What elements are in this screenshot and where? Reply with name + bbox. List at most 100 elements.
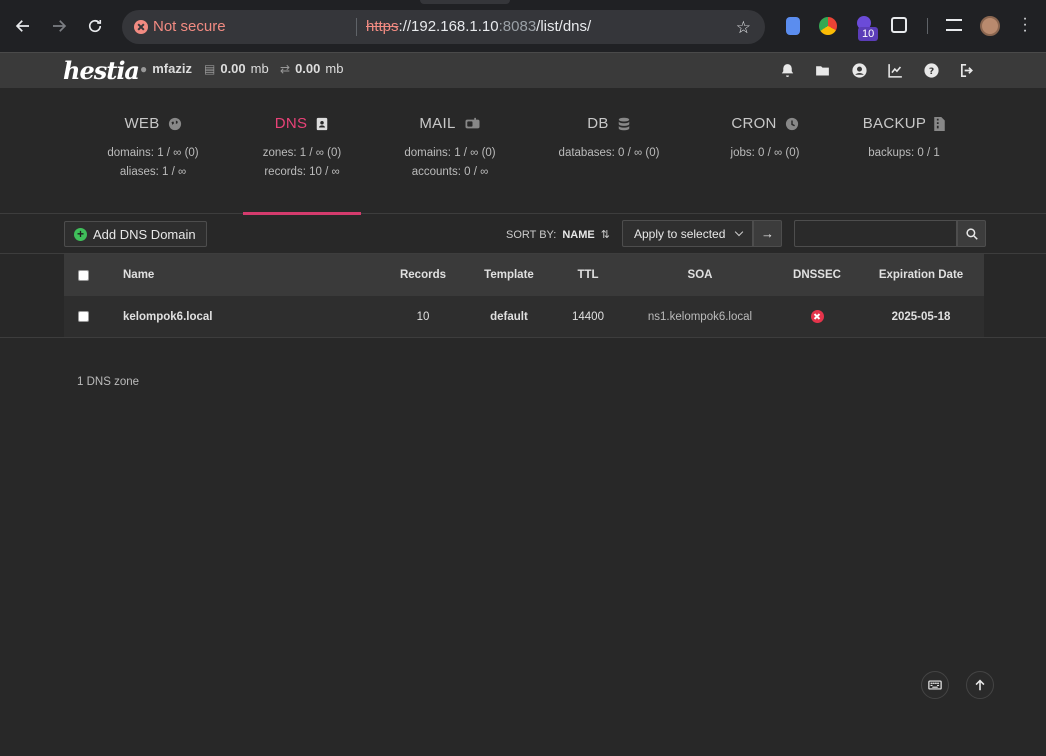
tab-backup-title: BACKUP <box>862 115 927 132</box>
browser-menu-icon[interactable]: · · · <box>1022 11 1028 39</box>
search-button[interactable] <box>957 220 986 247</box>
search-input[interactable] <box>794 220 957 247</box>
tab-web[interactable]: WEB domains: 1 / ∞ (0) aliases: 1 / ∞ <box>94 88 212 214</box>
back-icon[interactable] <box>11 14 35 38</box>
logout-icon[interactable] <box>958 61 976 79</box>
select-all-checkbox[interactable] <box>78 269 89 281</box>
extensions-puzzle-icon[interactable] <box>891 17 907 33</box>
transfer-arrows-icon: ⇄ <box>280 61 291 76</box>
expiration-date-value: 2025-05-18 <box>891 310 951 323</box>
notifications-bell-icon[interactable] <box>778 61 796 79</box>
apply-bulk-action-button[interactable]: → <box>753 220 782 247</box>
browser-chrome: Not secure https://192.168.1.10:8083/lis… <box>0 0 1046 52</box>
column-ttl: TTL <box>577 269 599 281</box>
tab-cron-title: CRON <box>731 115 777 132</box>
keyboard-shortcuts-button[interactable] <box>921 671 949 699</box>
select-all-checkbox-cell[interactable] <box>78 254 89 296</box>
url-text[interactable]: https://192.168.1.10:8083/list/dns/ <box>366 18 591 35</box>
column-name: Name <box>123 269 155 281</box>
sort-arrows-icon: ⇅ <box>600 229 610 241</box>
records-count: 10 <box>416 310 430 323</box>
profile-avatar[interactable] <box>980 16 1000 36</box>
add-circle-icon: + <box>74 227 87 241</box>
hestia-logo[interactable]: hestia <box>63 56 140 85</box>
tab-dns-line-1: zones: 1 / ∞ (0) <box>262 147 342 159</box>
disk-usage: ▤ 0.00 mb <box>204 61 269 76</box>
forward-icon[interactable] <box>47 14 71 38</box>
tab-db-line-1: databases: 0 / ∞ (0) <box>558 147 660 159</box>
tab-backup[interactable]: BACKUP backups: 0 / 1 <box>845 88 963 214</box>
tab-db-title: DB <box>587 115 609 132</box>
arrow-up-icon <box>975 679 985 691</box>
scroll-to-top-button[interactable] <box>966 671 994 699</box>
bulk-action-selected: Apply to selected <box>634 226 726 241</box>
app-topbar: hestia ● mfaziz ▤ 0.00 mb ⇄ 0.00 mb ? <box>0 52 1046 88</box>
tab-web-line-2: aliases: 1 / ∞ <box>119 166 187 178</box>
bandwidth-usage-unit: mb <box>325 61 344 76</box>
sort-by-label: SORT BY: <box>506 228 557 241</box>
soa-value: ns1.kelompok6.local <box>647 310 753 323</box>
dnssec-disabled-icon <box>810 310 824 323</box>
address-book-icon <box>315 117 329 131</box>
bandwidth-usage: ⇄ 0.00 mb <box>280 61 343 76</box>
tab-mail-title: MAIL <box>419 115 456 132</box>
tab-cron[interactable]: CRON jobs: 0 / ∞ (0) <box>706 88 824 214</box>
bookmark-star-icon[interactable]: ☆ <box>736 18 751 38</box>
clock-icon <box>785 117 799 131</box>
column-soa: SOA <box>687 269 713 281</box>
sort-by-field: NAME <box>562 228 595 241</box>
address-separator <box>356 18 357 36</box>
extension-files-icon[interactable] <box>786 17 800 35</box>
list-toolbar: + Add DNS Domain SORT BY: NAME ⇅ Apply t… <box>0 214 1046 254</box>
sort-by-control[interactable]: SORT BY: NAME ⇅ <box>506 228 610 242</box>
extension-chrome-icon[interactable] <box>819 17 837 35</box>
username: mfaziz <box>152 61 192 76</box>
help-icon[interactable]: ? <box>922 61 940 79</box>
toolbar-divider <box>927 18 928 34</box>
user-icon: ● <box>140 61 148 76</box>
security-label[interactable]: Not secure <box>153 18 226 35</box>
column-dnssec: DNSSEC <box>793 269 841 281</box>
mailbox-icon <box>464 117 481 131</box>
tab-dns-line-2: records: 10 / ∞ <box>264 166 340 178</box>
tab-mail-line-2: accounts: 0 / ∞ <box>411 166 489 178</box>
tab-web-title: WEB <box>124 115 160 132</box>
ttl-value: 14400 <box>572 310 604 323</box>
tab-mail[interactable]: MAIL domains: 1 / ∞ (0) accounts: 0 / ∞ <box>391 88 509 214</box>
reload-icon[interactable] <box>83 14 107 38</box>
dnssec-status <box>782 296 852 337</box>
add-dns-domain-button[interactable]: + Add DNS Domain <box>64 221 207 247</box>
tab-db[interactable]: DB databases: 0 / ∞ (0) <box>550 88 668 214</box>
add-dns-domain-label: Add DNS Domain <box>93 226 196 242</box>
globe-icon <box>168 117 182 131</box>
disk-usage-unit: mb <box>250 61 269 76</box>
bulk-action-select[interactable]: Apply to selected <box>622 220 753 247</box>
stats-tabs: WEB domains: 1 / ∞ (0) aliases: 1 / ∞ DN… <box>0 88 1046 215</box>
arrow-right-icon: → <box>761 226 774 241</box>
file-manager-folder-icon[interactable] <box>813 61 831 79</box>
column-records: Records <box>399 269 447 281</box>
not-secure-icon[interactable] <box>134 20 148 34</box>
url-scheme: https <box>366 18 399 35</box>
tab-mail-line-1: domains: 1 / ∞ (0) <box>404 147 496 159</box>
row-checkbox-cell[interactable] <box>78 296 89 337</box>
user-menu[interactable]: ● mfaziz <box>140 61 192 76</box>
column-expiration-date: Expiration Date <box>878 269 964 281</box>
disk-usage-value: 0.00 <box>220 61 246 76</box>
tab-dns[interactable]: DNS zones: 1 / ∞ (0) records: 10 / ∞ <box>243 88 361 215</box>
column-template: Template <box>484 269 534 281</box>
table-row[interactable]: kelompok6.local 10 default 14400 ns1.kel… <box>64 296 984 337</box>
url-path: /list/dns/ <box>536 18 592 35</box>
statistics-chart-icon[interactable] <box>886 61 904 79</box>
zone-count: 1 DNS zone <box>77 376 140 388</box>
address-bar[interactable]: Not secure https://192.168.1.10:8083/lis… <box>122 10 765 44</box>
table-divider <box>0 337 1046 338</box>
user-account-icon[interactable] <box>850 61 868 79</box>
tab-web-line-1: domains: 1 / ∞ (0) <box>107 147 199 159</box>
media-control-icon[interactable] <box>946 19 962 31</box>
tab-dns-title: DNS <box>274 115 308 132</box>
row-checkbox[interactable] <box>78 311 89 322</box>
dns-domain-link[interactable]: kelompok6.local <box>123 296 212 337</box>
tab-cron-line-1: jobs: 0 / ∞ (0) <box>730 147 800 159</box>
search-icon <box>965 227 978 240</box>
